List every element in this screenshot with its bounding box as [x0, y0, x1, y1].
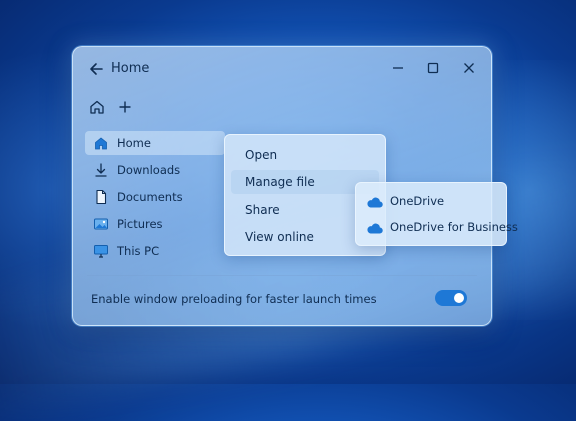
new-tab-plus-icon[interactable]: [116, 98, 134, 116]
preload-setting-label: Enable window preloading for faster laun…: [91, 292, 377, 306]
home-icon: [93, 135, 109, 151]
window-title: Home: [111, 61, 150, 76]
preload-toggle[interactable]: [435, 290, 467, 306]
submenu-item-onedrive[interactable]: OneDrive: [360, 190, 502, 212]
sidebar-item-this-pc[interactable]: This PC: [85, 239, 225, 263]
sidebar-item-label: Home: [117, 136, 151, 150]
sidebar-item-label: Pictures: [117, 217, 163, 231]
back-arrow-icon[interactable]: [87, 60, 105, 78]
sidebar-item-downloads[interactable]: Downloads: [85, 158, 225, 182]
sidebar-item-home[interactable]: Home: [85, 131, 225, 155]
home-icon[interactable]: [88, 98, 106, 116]
minimize-button[interactable]: [387, 58, 409, 78]
maximize-button[interactable]: [422, 58, 444, 78]
menu-item-open[interactable]: Open: [231, 143, 379, 167]
title-bar: Home: [73, 47, 491, 89]
sidebar: Home Downloads Documents Pictures This P…: [85, 131, 225, 266]
menu-item-label: Open: [245, 148, 278, 162]
close-button[interactable]: [458, 58, 480, 78]
menu-item-label: View online: [245, 230, 314, 244]
cloud-icon: [366, 194, 384, 208]
cloud-icon: [366, 220, 384, 234]
toggle-knob: [454, 293, 464, 303]
submenu-item-label: OneDrive for Business: [390, 220, 518, 234]
picture-icon: [93, 216, 109, 232]
sidebar-item-label: Downloads: [117, 163, 181, 177]
menu-item-label: Manage file: [245, 175, 315, 189]
submenu-item-label: OneDrive: [390, 194, 445, 208]
document-icon: [93, 189, 109, 205]
manage-file-submenu: OneDrive OneDrive for Business: [355, 182, 518, 246]
sidebar-item-label: This PC: [117, 244, 160, 258]
download-icon: [93, 162, 109, 178]
menu-item-label: Share: [245, 203, 280, 217]
sidebar-item-documents[interactable]: Documents: [85, 185, 225, 209]
submenu-item-onedrive-business[interactable]: OneDrive for Business: [360, 216, 518, 238]
monitor-icon: [93, 243, 109, 259]
sidebar-item-label: Documents: [117, 190, 183, 204]
footer-divider: [87, 275, 477, 276]
sidebar-item-pictures[interactable]: Pictures: [85, 212, 225, 236]
